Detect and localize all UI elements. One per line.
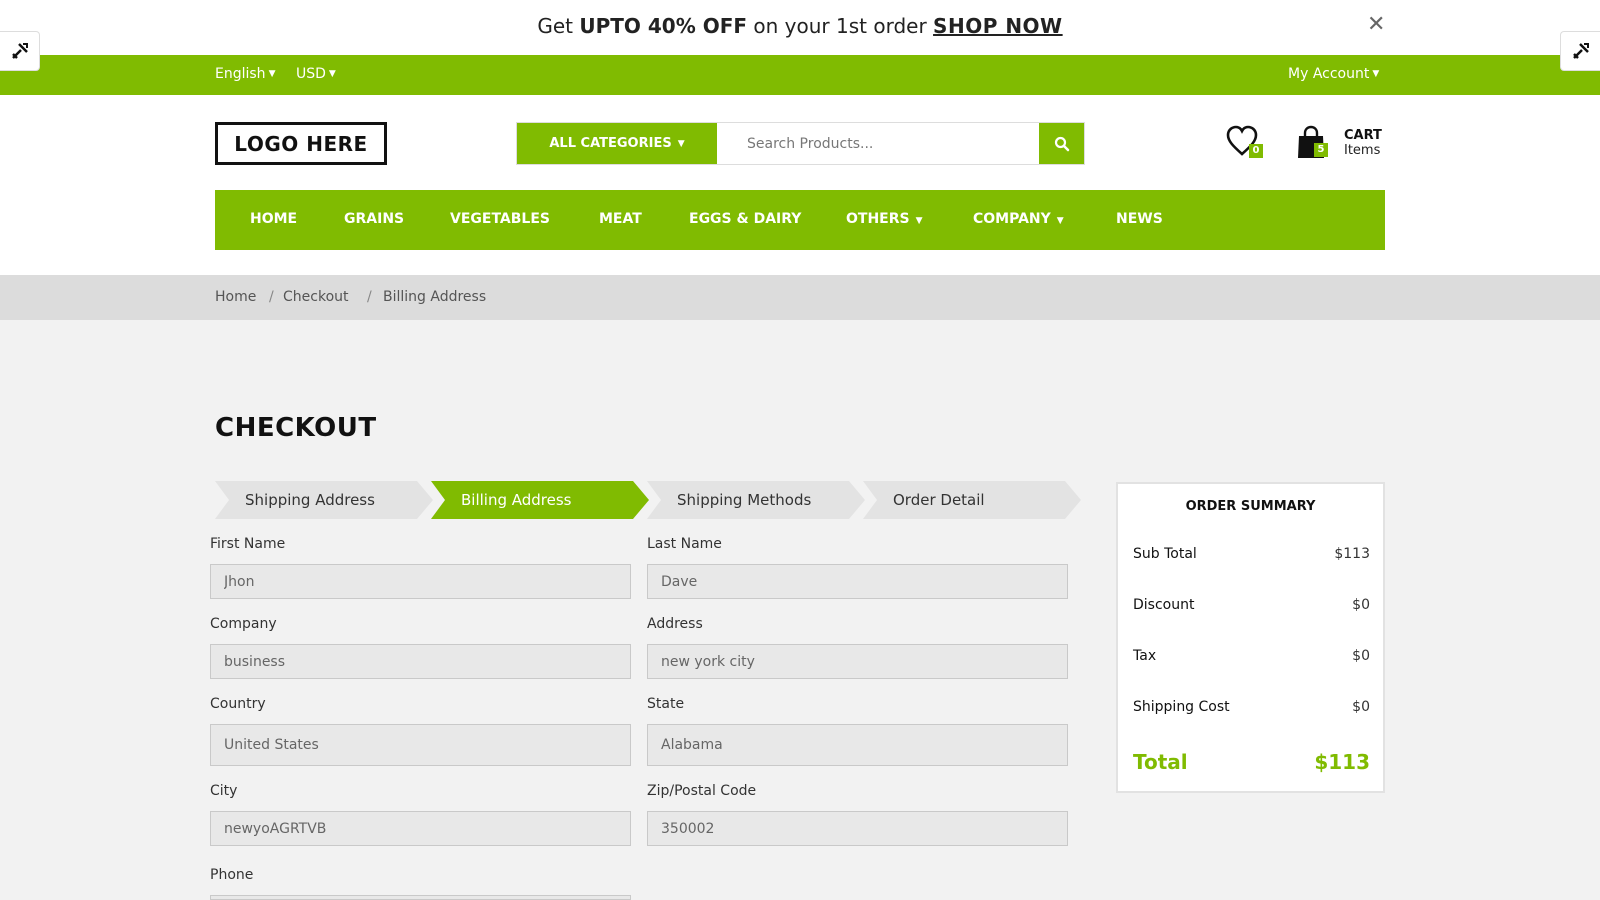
order-summary-title: ORDER SUMMARY [1185, 499, 1316, 514]
company-field[interactable] [210, 644, 631, 679]
city-label: City [210, 783, 238, 799]
zip-field[interactable] [647, 811, 1068, 846]
search-button[interactable] [1039, 123, 1084, 164]
breadcrumb-billing-address: Billing Address [383, 289, 487, 305]
summary-label: Shipping Cost [1133, 699, 1230, 715]
total-value: $113 [1314, 750, 1370, 774]
breadcrumb-separator: / [367, 289, 372, 305]
country-label: Country [210, 696, 266, 712]
last-name-field[interactable] [647, 564, 1068, 599]
summary-row: Shipping Cost $0 [1133, 699, 1370, 715]
chevron-down-icon: ▼ [328, 69, 336, 79]
shop-now-link[interactable]: SHOP NOW [933, 14, 1063, 38]
checkout-steps: Shipping Address Billing Address Shippin… [215, 481, 1081, 519]
step-label: Order Detail [893, 491, 985, 509]
nav-meat[interactable]: MEAT [599, 211, 642, 227]
summary-row: Sub Total $113 [1133, 546, 1370, 562]
search-icon [1054, 136, 1069, 151]
nav-others[interactable]: OTHERS ▼ [846, 211, 923, 227]
step-label: Shipping Address [245, 491, 375, 509]
breadcrumb-home[interactable]: Home [215, 289, 256, 305]
cart-link[interactable]: CART Items [1344, 128, 1382, 158]
zip-label: Zip/Postal Code [647, 783, 757, 799]
header: LOGO HERE ALL CATEGORIES ▼ 0 5 CART Items… [0, 95, 1600, 275]
total-label: Total [1133, 750, 1188, 774]
order-summary: ORDER SUMMARY Sub Total $113 Discount $0 T… [1116, 482, 1385, 793]
logo[interactable]: LOGO HERE [215, 122, 387, 165]
country-select[interactable]: United States [210, 724, 631, 766]
nav-vegetables[interactable]: VEGETABLES [450, 211, 550, 227]
nav-others-label: OTHERS [846, 211, 910, 227]
summary-row: Discount $0 [1133, 597, 1370, 613]
main-nav: HOME GRAINS VEGETABLES MEAT EGGS & DAIRY… [215, 190, 1385, 250]
nav-home[interactable]: HOME [250, 211, 297, 227]
currency-select[interactable]: USD ▼ [296, 66, 336, 82]
my-account-menu[interactable]: My Account ▼ [1288, 66, 1379, 82]
summary-label: Tax [1133, 648, 1157, 664]
summary-value: $0 [1352, 648, 1370, 664]
summary-value: $113 [1334, 546, 1370, 562]
summary-label: Discount [1133, 597, 1195, 613]
state-label: State [647, 696, 685, 712]
promo-bar: Get UPTO 40% OFF on your 1st order SHOP … [0, 0, 1600, 55]
company-label: Company [210, 616, 277, 632]
chevron-down-icon: ▼ [268, 69, 276, 79]
address-field[interactable] [647, 644, 1068, 679]
wishlist-count-badge: 0 [1249, 144, 1263, 158]
nav-company-label: COMPANY [973, 211, 1051, 227]
summary-total-row: Total $113 [1133, 750, 1370, 774]
cart-title: CART [1344, 128, 1382, 143]
promo-middle: on your 1st order [747, 14, 934, 38]
account-label: My Account [1288, 66, 1370, 82]
phone-label: Phone [210, 867, 254, 883]
summary-value: $0 [1352, 597, 1370, 613]
categories-label: ALL CATEGORIES [549, 136, 672, 151]
language-select[interactable]: English ▼ [215, 66, 275, 82]
search-bar: ALL CATEGORIES ▼ [516, 122, 1085, 165]
search-input[interactable] [717, 123, 1039, 164]
cart-count-badge: 5 [1314, 143, 1328, 157]
address-label: Address [647, 616, 703, 632]
cart-subtitle: Items [1344, 143, 1381, 158]
tools-icon[interactable] [1560, 31, 1600, 71]
summary-value: $0 [1352, 699, 1370, 715]
nav-grains[interactable]: GRAINS [344, 211, 404, 227]
summary-label: Sub Total [1133, 546, 1197, 562]
breadcrumb: Home / Checkout / Billing Address [0, 275, 1600, 320]
state-select[interactable]: Alabama [647, 724, 1068, 766]
promo-discount: UPTO 40% OFF [579, 14, 748, 38]
breadcrumb-separator: / [269, 289, 274, 305]
summary-row: Tax $0 [1133, 648, 1370, 664]
close-icon[interactable]: ✕ [1367, 12, 1385, 37]
nav-company[interactable]: COMPANY ▼ [973, 211, 1064, 227]
breadcrumb-checkout[interactable]: Checkout [283, 289, 349, 305]
chevron-down-icon: ▼ [1372, 69, 1380, 79]
caret-down-icon: ▼ [915, 216, 923, 226]
tools-icon[interactable] [0, 31, 40, 71]
step-label: Shipping Methods [677, 491, 812, 509]
caret-down-icon: ▼ [677, 138, 685, 149]
phone-field[interactable] [210, 895, 631, 900]
step-label: Billing Address [461, 491, 572, 509]
wishlist-button[interactable]: 0 [1225, 125, 1265, 161]
first-name-field[interactable] [210, 564, 631, 599]
page-title: CHECKOUT [215, 413, 377, 443]
all-categories-button[interactable]: ALL CATEGORIES ▼ [517, 123, 717, 164]
first-name-label: First Name [210, 536, 286, 552]
last-name-label: Last Name [647, 536, 722, 552]
currency-label: USD [296, 66, 326, 82]
language-label: English [215, 66, 266, 82]
city-field[interactable] [210, 811, 631, 846]
caret-down-icon: ▼ [1056, 216, 1064, 226]
nav-news[interactable]: NEWS [1116, 211, 1163, 227]
nav-eggs-dairy[interactable]: EGGS & DAIRY [689, 211, 801, 227]
cart-button[interactable]: 5 [1295, 125, 1331, 161]
promo-text: Get UPTO 40% OFF on your 1st order SHOP … [0, 14, 1600, 38]
top-bar: English ▼ USD ▼ My Account ▼ [0, 55, 1600, 95]
promo-prefix: Get [537, 14, 580, 38]
